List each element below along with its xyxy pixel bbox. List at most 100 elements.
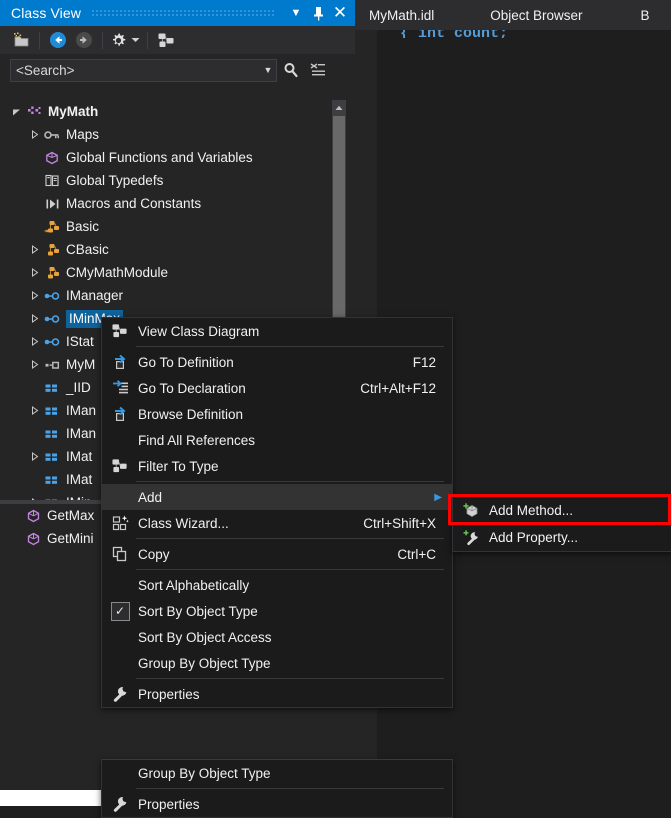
expander-expand-icon[interactable] (28, 360, 41, 369)
menu-item-filter-to-type[interactable]: Filter To Type (102, 453, 452, 479)
tree-item-label: Basic (66, 219, 100, 234)
menu-item-label: Filter To Type (138, 458, 219, 474)
tree-item-imanager[interactable]: IManager (0, 284, 341, 307)
expander-expand-icon[interactable] (28, 452, 41, 461)
menu-item-add-property[interactable]: Add Property... (453, 524, 671, 551)
tree-item-mymath[interactable]: MyMath (0, 100, 341, 123)
expander-expand-icon[interactable] (28, 245, 41, 254)
tab-object-browser[interactable]: Object Browser (476, 0, 596, 30)
settings-gear-icon[interactable] (108, 26, 128, 54)
class-diagram-glyph (112, 324, 127, 338)
tree-item-macros-constants[interactable]: Macros and Constants (0, 192, 341, 215)
expander-expand-icon[interactable] (28, 337, 41, 346)
variable-glyph (45, 453, 57, 461)
tree-item-label: CMyMathModule (66, 265, 169, 280)
menu-item-sort-alphabetically[interactable]: Sort Alphabetically (102, 572, 452, 598)
search-dropdown-icon[interactable]: ▼ (260, 65, 276, 75)
method-glyph (27, 532, 39, 545)
menu-item-group-by-object-type[interactable]: Group By Object Type (102, 650, 452, 676)
menu-item-label: Copy (138, 546, 170, 562)
scroll-up-icon[interactable] (332, 100, 346, 115)
browse-definition-glyph (114, 406, 126, 421)
tree-item-global-functions[interactable]: Global Functions and Variables (0, 146, 341, 169)
menu-item-label: Sort Alphabetically (138, 577, 250, 593)
tab-mymath-idl[interactable]: MyMath.idl (355, 0, 448, 30)
menu-separator (136, 481, 444, 482)
close-icon[interactable]: ✕ (329, 0, 355, 26)
menu-item-label: Add Property... (489, 530, 579, 545)
tab-b[interactable]: B (627, 0, 664, 30)
menu-item-go-to-declaration[interactable]: Go To Declaration Ctrl+Alt+F12 (102, 375, 452, 401)
tree-item-maps[interactable]: Maps (0, 123, 341, 146)
interface-glyph (44, 337, 60, 346)
struct-icon (41, 360, 63, 370)
menu-item-label: Browse Definition (138, 406, 244, 422)
expander-expand-icon[interactable] (28, 406, 41, 415)
class-diagram-glyph (158, 33, 173, 47)
add-submenu[interactable]: Add Method... Add Property... (452, 496, 671, 552)
variable-icon (41, 383, 63, 393)
pin-icon[interactable] (307, 0, 329, 26)
class-view-search-row: <Search> ▼ (0, 56, 355, 84)
view-class-diagram-icon[interactable] (153, 26, 179, 54)
class-glyph (44, 220, 59, 233)
window-dropdown-icon[interactable]: ▼ (285, 0, 307, 26)
titlebar-grip (91, 9, 275, 17)
tree-item-label: IManager (66, 288, 124, 303)
menu-item-view-class-diagram[interactable]: View Class Diagram (102, 318, 452, 344)
tree-item-label: IMan (66, 426, 97, 441)
back-icon[interactable] (45, 26, 71, 54)
settings-dropdown-icon[interactable] (128, 26, 142, 54)
expander-expand-icon[interactable] (28, 268, 41, 277)
namespace-glyph (46, 151, 58, 164)
menu-item-accel: Ctrl+Shift+X (363, 515, 436, 531)
tree-item-cmymathmodule[interactable]: CMyMathModule (0, 261, 341, 284)
variable-glyph (45, 430, 57, 438)
wrench-icon (102, 681, 138, 707)
menu-item-label: Go To Definition (138, 354, 234, 370)
menu-item-properties[interactable]: Properties (102, 681, 452, 707)
context-menu[interactable]: View Class Diagram Go To Definition F12 … (101, 317, 453, 708)
search-icon[interactable] (277, 62, 305, 78)
variable-icon (41, 429, 63, 439)
checkbox-checked-icon[interactable]: ✓ (102, 598, 138, 624)
tree-item-cbasic[interactable]: CBasic (0, 238, 341, 261)
new-folder-icon[interactable] (8, 26, 34, 54)
menu-separator (136, 346, 444, 347)
expander-collapse-icon[interactable] (10, 107, 23, 116)
no-icon (102, 624, 138, 650)
view-class-diagram-icon (102, 318, 138, 344)
interface-icon (41, 314, 63, 324)
sort-icon[interactable] (305, 62, 331, 78)
menu-item-sort-by-object-type[interactable]: ✓ Sort By Object Type (102, 598, 452, 624)
menu-separator (136, 678, 444, 679)
typedef-glyph (45, 174, 59, 187)
member-item-label: GetMax (47, 508, 95, 523)
triangle-right-glyph (32, 337, 39, 346)
menu-item-copy[interactable]: Copy Ctrl+C (102, 541, 452, 567)
search-input[interactable]: <Search> ▼ (10, 58, 277, 82)
expander-expand-icon[interactable] (28, 291, 41, 300)
expander-expand-icon[interactable] (28, 130, 41, 139)
tree-item-label: Maps (66, 127, 100, 142)
copy-icon (102, 541, 138, 567)
triangle-right-glyph (32, 268, 39, 277)
search-input-value[interactable]: <Search> (11, 63, 260, 78)
no-icon (102, 760, 138, 786)
filter-glyph (112, 459, 127, 473)
menu-item-find-all-references[interactable]: Find All References (102, 427, 452, 453)
triangle-right-glyph (32, 291, 39, 300)
menu-item-add[interactable]: Add ▶ (102, 484, 452, 510)
method-glyph (27, 509, 39, 522)
menu-item-accel: Ctrl+Alt+F12 (360, 380, 436, 396)
tree-item-basic[interactable]: Basic (0, 215, 341, 238)
menu-item-add-method[interactable]: Add Method... (453, 497, 671, 524)
menu-item-class-wizard[interactable]: Class Wizard... Ctrl+Shift+X (102, 510, 452, 536)
menu-item-browse-definition[interactable]: Browse Definition (102, 401, 452, 427)
menu-item-sort-by-object-access[interactable]: Sort By Object Access (102, 624, 452, 650)
menu-item-label: Go To Declaration (138, 380, 246, 396)
tree-item-global-typedefs[interactable]: Global Typedefs (0, 169, 341, 192)
menu-item-go-to-definition[interactable]: Go To Definition F12 (102, 349, 452, 375)
expander-expand-icon[interactable] (28, 314, 41, 323)
class-view-titlebar[interactable]: Class View ▼ ✕ (0, 0, 355, 26)
